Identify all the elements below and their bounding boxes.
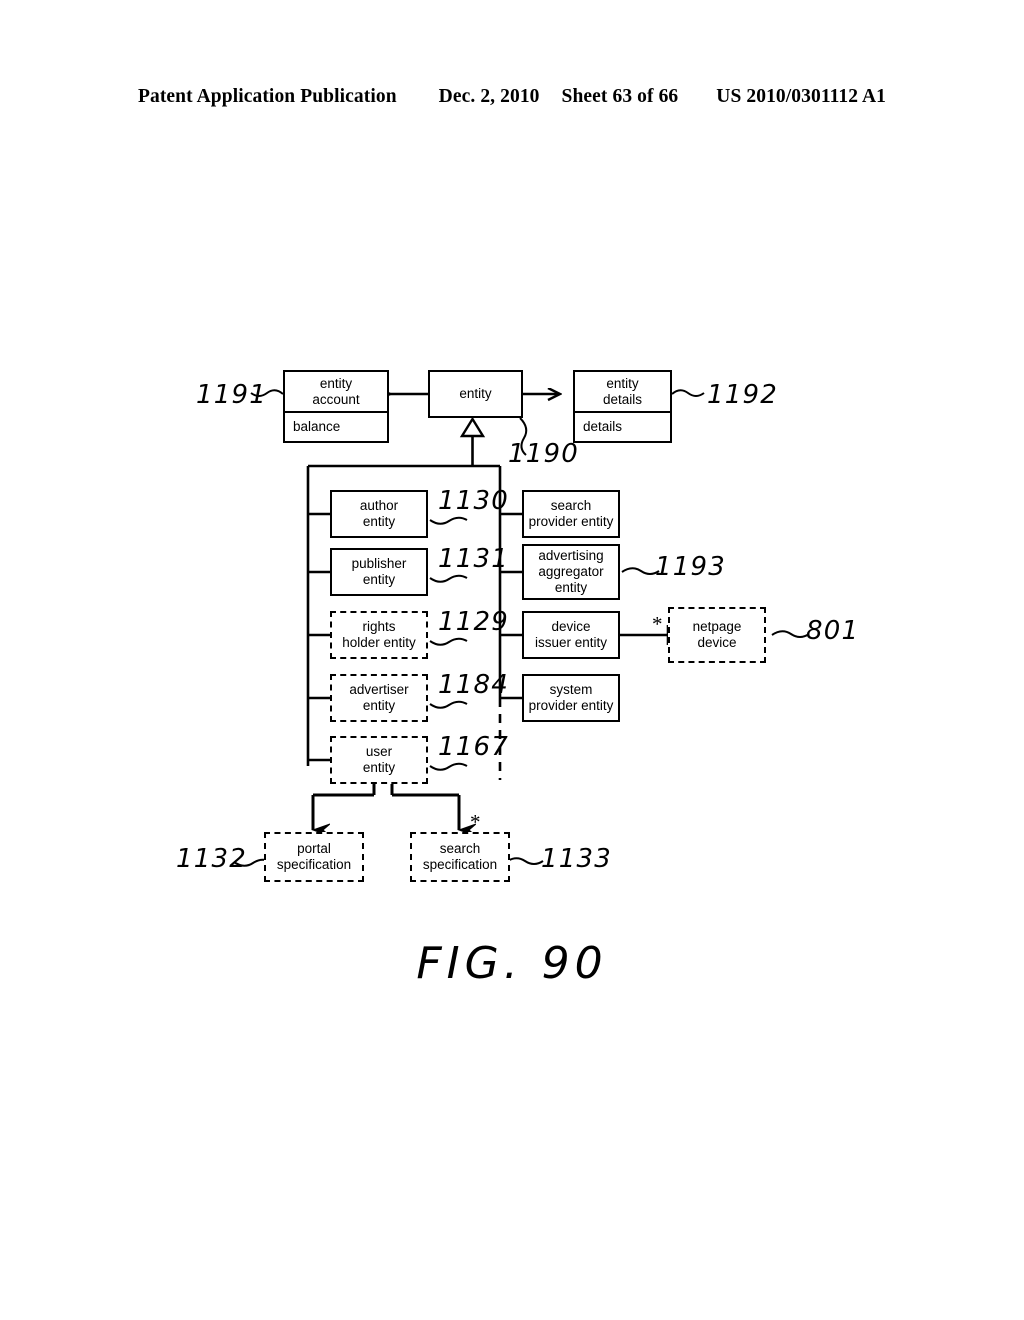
leader-1130 bbox=[429, 516, 468, 525]
leader-1193 bbox=[621, 567, 660, 575]
diagram-connectors bbox=[233, 0, 810, 867]
node-device-issuer-entity-title: device issuer entity bbox=[534, 619, 608, 650]
ref-label-1133: 1133 bbox=[541, 844, 612, 874]
node-system-provider-entity-title: system provider entity bbox=[528, 682, 614, 713]
node-entity-account-title: entity account bbox=[312, 375, 360, 407]
leader-1192 bbox=[671, 389, 705, 397]
ref-label-1193: 1193 bbox=[655, 552, 726, 582]
ref-label-1132: 1132 bbox=[176, 844, 247, 874]
node-publisher-entity-title: publisher entity bbox=[351, 556, 407, 587]
node-system-provider-entity[interactable]: system provider entity bbox=[522, 674, 620, 722]
ref-label-801: 801 bbox=[806, 616, 860, 646]
ref-label-1191: 1191 bbox=[196, 380, 267, 410]
node-entity-account[interactable]: entity account balance bbox=[283, 370, 389, 443]
generalization-triangle bbox=[459, 416, 486, 438]
multiplicity-star-search-specification: * bbox=[470, 810, 481, 834]
leader-1131 bbox=[429, 574, 468, 583]
node-search-provider-entity-title: search provider entity bbox=[528, 498, 614, 529]
node-portal-specification[interactable]: portal specification bbox=[264, 832, 364, 882]
ref-label-1131: 1131 bbox=[438, 544, 509, 574]
node-search-specification[interactable]: search specification bbox=[410, 832, 510, 882]
node-portal-specification-title: portal specification bbox=[276, 841, 352, 872]
node-advertising-aggregator-entity[interactable]: advertising aggregator entity bbox=[522, 544, 620, 600]
figure-caption: FIG. 90 bbox=[416, 938, 608, 989]
node-advertiser-entity[interactable]: advertiser entity bbox=[330, 674, 428, 722]
ref-label-1130: 1130 bbox=[438, 486, 509, 516]
ref-label-1167: 1167 bbox=[438, 732, 509, 762]
node-device-issuer-entity[interactable]: device issuer entity bbox=[522, 611, 620, 659]
leader-1133 bbox=[505, 857, 544, 865]
node-search-specification-title: search specification bbox=[422, 841, 498, 872]
multiplicity-star-netpage-device: * bbox=[652, 612, 663, 636]
ref-label-1129: 1129 bbox=[438, 607, 509, 637]
ref-label-1190: 1190 bbox=[508, 439, 579, 469]
node-author-entity-title: author entity bbox=[359, 498, 399, 529]
leader-1184 bbox=[429, 700, 468, 709]
node-entity-details-title: entity details bbox=[602, 375, 643, 407]
node-entity-details[interactable]: entity details details bbox=[573, 370, 672, 443]
leader-1167 bbox=[429, 762, 468, 771]
leader-1129 bbox=[429, 637, 468, 646]
node-author-entity[interactable]: author entity bbox=[330, 490, 428, 538]
node-entity-account-attribute: balance bbox=[285, 411, 387, 441]
leader-801 bbox=[771, 630, 810, 638]
node-advertiser-entity-title: advertiser entity bbox=[349, 682, 409, 713]
ref-label-1192: 1192 bbox=[707, 380, 778, 410]
node-entity-title: entity bbox=[459, 386, 492, 402]
node-rights-holder-entity[interactable]: rights holder entity bbox=[330, 611, 428, 659]
figure-90-diagram: entity account balance 1191 entity 1190 … bbox=[0, 0, 1024, 1320]
node-user-entity[interactable]: user entity bbox=[330, 736, 428, 784]
node-entity-details-attribute: details bbox=[575, 411, 670, 441]
node-publisher-entity[interactable]: publisher entity bbox=[330, 548, 428, 596]
node-netpage-device[interactable]: netpage device bbox=[668, 607, 766, 663]
ref-label-1184: 1184 bbox=[438, 670, 509, 700]
node-user-entity-title: user entity bbox=[362, 744, 396, 775]
node-search-provider-entity[interactable]: search provider entity bbox=[522, 490, 620, 538]
node-netpage-device-title: netpage device bbox=[692, 619, 742, 650]
node-entity[interactable]: entity bbox=[428, 370, 523, 418]
node-advertising-aggregator-entity-title: advertising aggregator entity bbox=[538, 548, 604, 595]
node-rights-holder-entity-title: rights holder entity bbox=[342, 619, 416, 650]
